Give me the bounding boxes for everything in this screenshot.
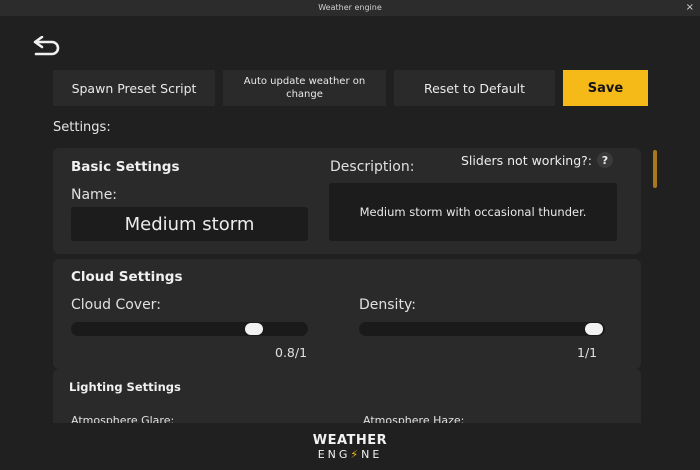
logo-line-1: WEATHER [312, 433, 388, 448]
weather-engine-logo: WEATHER ENG⚡NE [0, 434, 700, 462]
title-bar: Weather engine × [0, 0, 700, 16]
logo-text-b: NE [361, 448, 383, 461]
basic-settings-title: Basic Settings [71, 159, 180, 175]
cloud-settings-title: Cloud Settings [71, 269, 183, 285]
basic-settings-card: Basic Settings Name: Medium storm Descri… [53, 148, 641, 254]
spawn-preset-script-button[interactable]: Spawn Preset Script [53, 70, 215, 106]
settings-heading: Settings: [53, 120, 111, 135]
cloud-settings-card: Cloud Settings Cloud Cover: 0.8/1 Densit… [53, 259, 641, 369]
sliders-help-text: Sliders not working?: [461, 152, 592, 168]
name-label: Name: [71, 187, 118, 203]
atmosphere-haze-label: Atmosphere Haze: [363, 414, 465, 423]
lighting-settings-title: Lighting Settings [69, 380, 181, 394]
settings-scroll-area[interactable]: Basic Settings Name: Medium storm Descri… [53, 148, 643, 423]
logo-line-2: ENG⚡NE [0, 448, 700, 462]
close-icon[interactable]: × [686, 0, 694, 16]
density-label: Density: [359, 297, 416, 313]
density-slider-handle[interactable] [585, 323, 603, 335]
auto-update-weather-button[interactable]: Auto update weather on change [223, 70, 386, 106]
cloud-cover-slider-handle[interactable] [245, 323, 263, 335]
cloud-cover-label: Cloud Cover: [71, 297, 161, 313]
window-title: Weather engine [318, 3, 382, 12]
density-slider[interactable] [359, 322, 605, 336]
save-button[interactable]: Save [563, 70, 648, 106]
lighting-settings-card: Lighting Settings Atmosphere Glare: Atmo… [53, 369, 641, 423]
cloud-cover-slider[interactable] [71, 322, 308, 336]
atmosphere-glare-label: Atmosphere Glare: [71, 414, 175, 423]
density-value: 1/1 [577, 345, 598, 360]
description-label: Description: [330, 159, 415, 175]
lightning-bolt-icon: ⚡ [350, 448, 362, 461]
name-field[interactable]: Medium storm [71, 207, 308, 241]
back-arrow-icon[interactable] [30, 35, 64, 58]
description-field[interactable]: Medium storm with occasional thunder. [329, 183, 617, 241]
scrollbar[interactable] [653, 150, 657, 188]
logo-text-a: ENG [317, 448, 351, 461]
sliders-help: Sliders not working?: ? [461, 152, 613, 168]
reset-to-default-button[interactable]: Reset to Default [394, 70, 555, 106]
question-mark-icon[interactable]: ? [597, 152, 613, 168]
cloud-cover-value: 0.8/1 [275, 345, 308, 360]
